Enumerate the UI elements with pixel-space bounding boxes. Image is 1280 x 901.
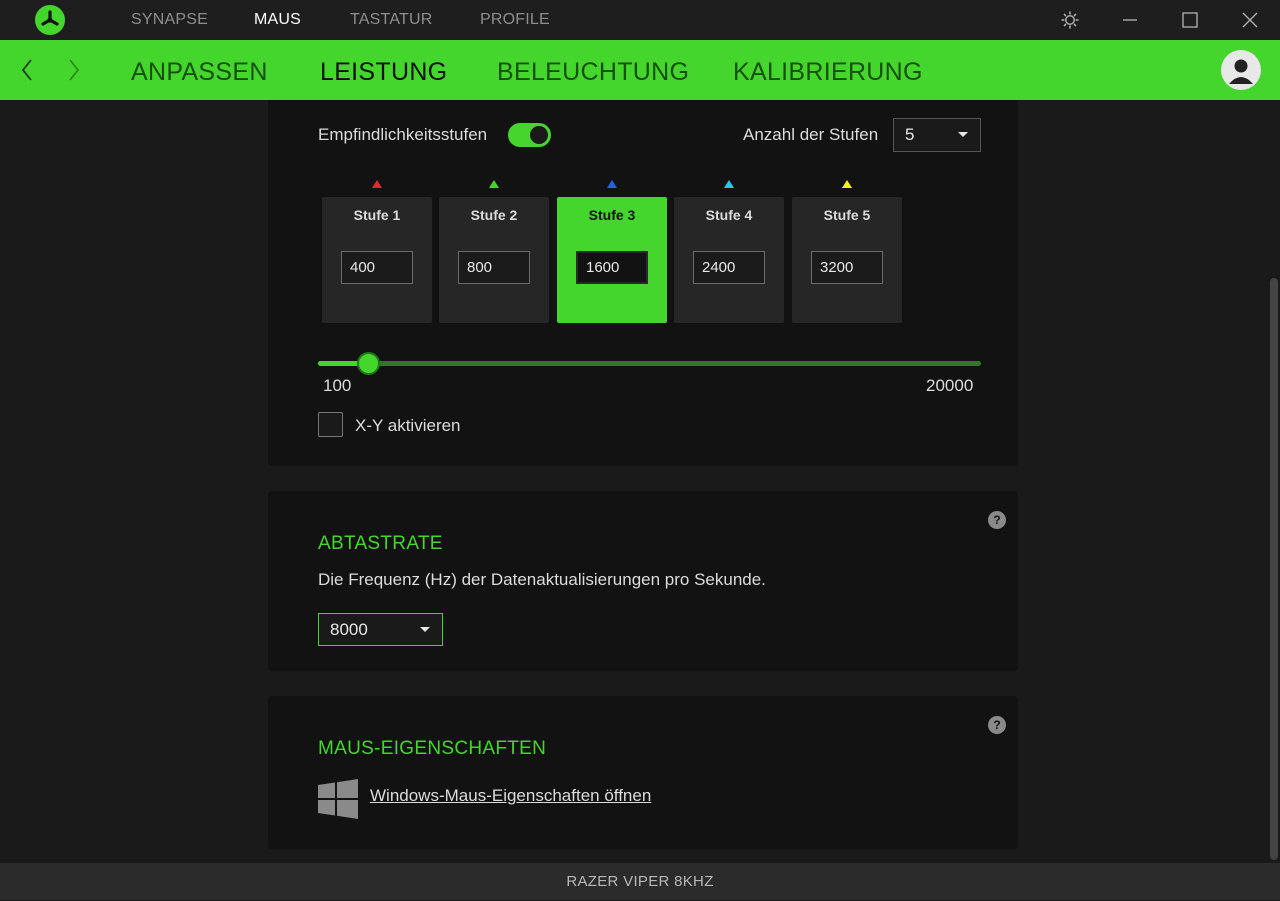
razer-logo-icon: [35, 5, 65, 35]
stage-3-card[interactable]: Stufe 3 1600: [557, 197, 667, 323]
back-arrow-icon[interactable]: [12, 50, 42, 90]
settings-icon[interactable]: [1048, 0, 1092, 40]
stage-1-color-indicator: [372, 180, 382, 188]
mouse-properties-title: MAUS-EIGENSCHAFTEN: [318, 738, 547, 759]
stage-2-color-indicator: [489, 180, 499, 188]
topnav-maus[interactable]: MAUS: [254, 0, 301, 40]
stage-title: Stufe 2: [470, 207, 518, 223]
tab-anpassen[interactable]: ANPASSEN: [131, 40, 268, 100]
close-icon[interactable]: [1228, 0, 1272, 40]
sensitivity-stages-toggle[interactable]: [508, 123, 551, 147]
stage-title: Stufe 5: [823, 207, 871, 223]
stage-3-color-indicator: [607, 180, 617, 188]
tab-kalibrierung[interactable]: KALIBRIERUNG: [733, 40, 923, 100]
subnav-bar: ANPASSEN LEISTUNG BELEUCHTUNG KALIBRIERU…: [0, 40, 1280, 100]
xy-enable-label: X-Y aktivieren: [355, 416, 461, 435]
maximize-icon[interactable]: [1168, 0, 1212, 40]
stage-5-card[interactable]: Stufe 5 3200: [792, 197, 902, 323]
xy-enable-checkbox[interactable]: [318, 412, 343, 437]
topnav-tastatur[interactable]: TASTATUR: [350, 0, 432, 40]
topnav-profile[interactable]: PROFILE: [480, 0, 550, 40]
polling-rate-card: ? ABTASTRATE Die Frequenz (Hz) der Daten…: [268, 491, 1018, 671]
toggle-knob: [530, 126, 548, 144]
topnav-synapse[interactable]: SYNAPSE: [131, 0, 208, 40]
stage-title: Stufe 4: [705, 207, 753, 223]
minimize-icon[interactable]: [1108, 0, 1152, 40]
help-icon[interactable]: ?: [988, 716, 1006, 734]
slider-max-label: 20000: [926, 376, 974, 395]
dpi-slider[interactable]: [318, 352, 981, 375]
stage-2-card[interactable]: Stufe 2 800: [439, 197, 549, 323]
chevron-down-icon: [420, 627, 430, 632]
stage-5-color-indicator: [842, 180, 852, 188]
scrollbar-thumb[interactable]: [1270, 278, 1278, 860]
tab-leistung[interactable]: LEISTUNG: [320, 40, 447, 100]
chevron-down-icon: [958, 132, 968, 137]
device-footer: RAZER VIPER 8KHZ: [0, 863, 1280, 900]
stage-4-dpi-input[interactable]: 2400: [693, 251, 765, 284]
stage-1-dpi-input[interactable]: 400: [341, 251, 413, 284]
stage-title: Stufe 1: [353, 207, 401, 223]
stage-5-dpi-input[interactable]: 3200: [811, 251, 883, 284]
slider-min-label: 100: [323, 376, 352, 395]
sensitivity-card: Empfindlichkeitsstufen Anzahl der Stufen…: [268, 100, 1018, 466]
sensitivity-stages-label: Empfindlichkeitsstufen: [318, 125, 488, 144]
tab-beleuchtung[interactable]: BELEUCHTUNG: [497, 40, 689, 100]
forward-arrow-icon[interactable]: [59, 50, 89, 90]
stage-2-dpi-input[interactable]: 800: [458, 251, 530, 284]
stage-title: Stufe 3: [588, 207, 636, 223]
stage-count-select[interactable]: 5: [893, 118, 981, 152]
polling-rate-description: Die Frequenz (Hz) der Datenaktualisierun…: [318, 570, 766, 589]
dpi-slider-thumb[interactable]: [356, 352, 380, 375]
polling-rate-select[interactable]: 8000: [318, 613, 443, 646]
title-bar: SYNAPSE MAUS TASTATUR PROFILE: [0, 0, 1280, 40]
stage-count-label: Anzahl der Stufen: [743, 125, 879, 144]
mouse-properties-card: ? MAUS-EIGENSCHAFTEN Windows-Maus-Eigens…: [268, 696, 1018, 849]
stage-4-card[interactable]: Stufe 4 2400: [674, 197, 784, 323]
help-icon[interactable]: ?: [988, 511, 1006, 529]
windows-logo-icon: [318, 779, 358, 824]
stage-3-dpi-input[interactable]: 1600: [576, 251, 648, 284]
polling-rate-title: ABTASTRATE: [318, 533, 443, 554]
user-avatar-icon[interactable]: [1221, 50, 1261, 90]
stage-count-value: 5: [905, 125, 915, 144]
windows-mouse-properties-link[interactable]: Windows-Maus-Eigenschaften öffnen: [370, 786, 651, 806]
stage-1-card[interactable]: Stufe 1 400: [322, 197, 432, 323]
polling-rate-value: 8000: [330, 620, 368, 639]
stage-4-color-indicator: [724, 180, 734, 188]
